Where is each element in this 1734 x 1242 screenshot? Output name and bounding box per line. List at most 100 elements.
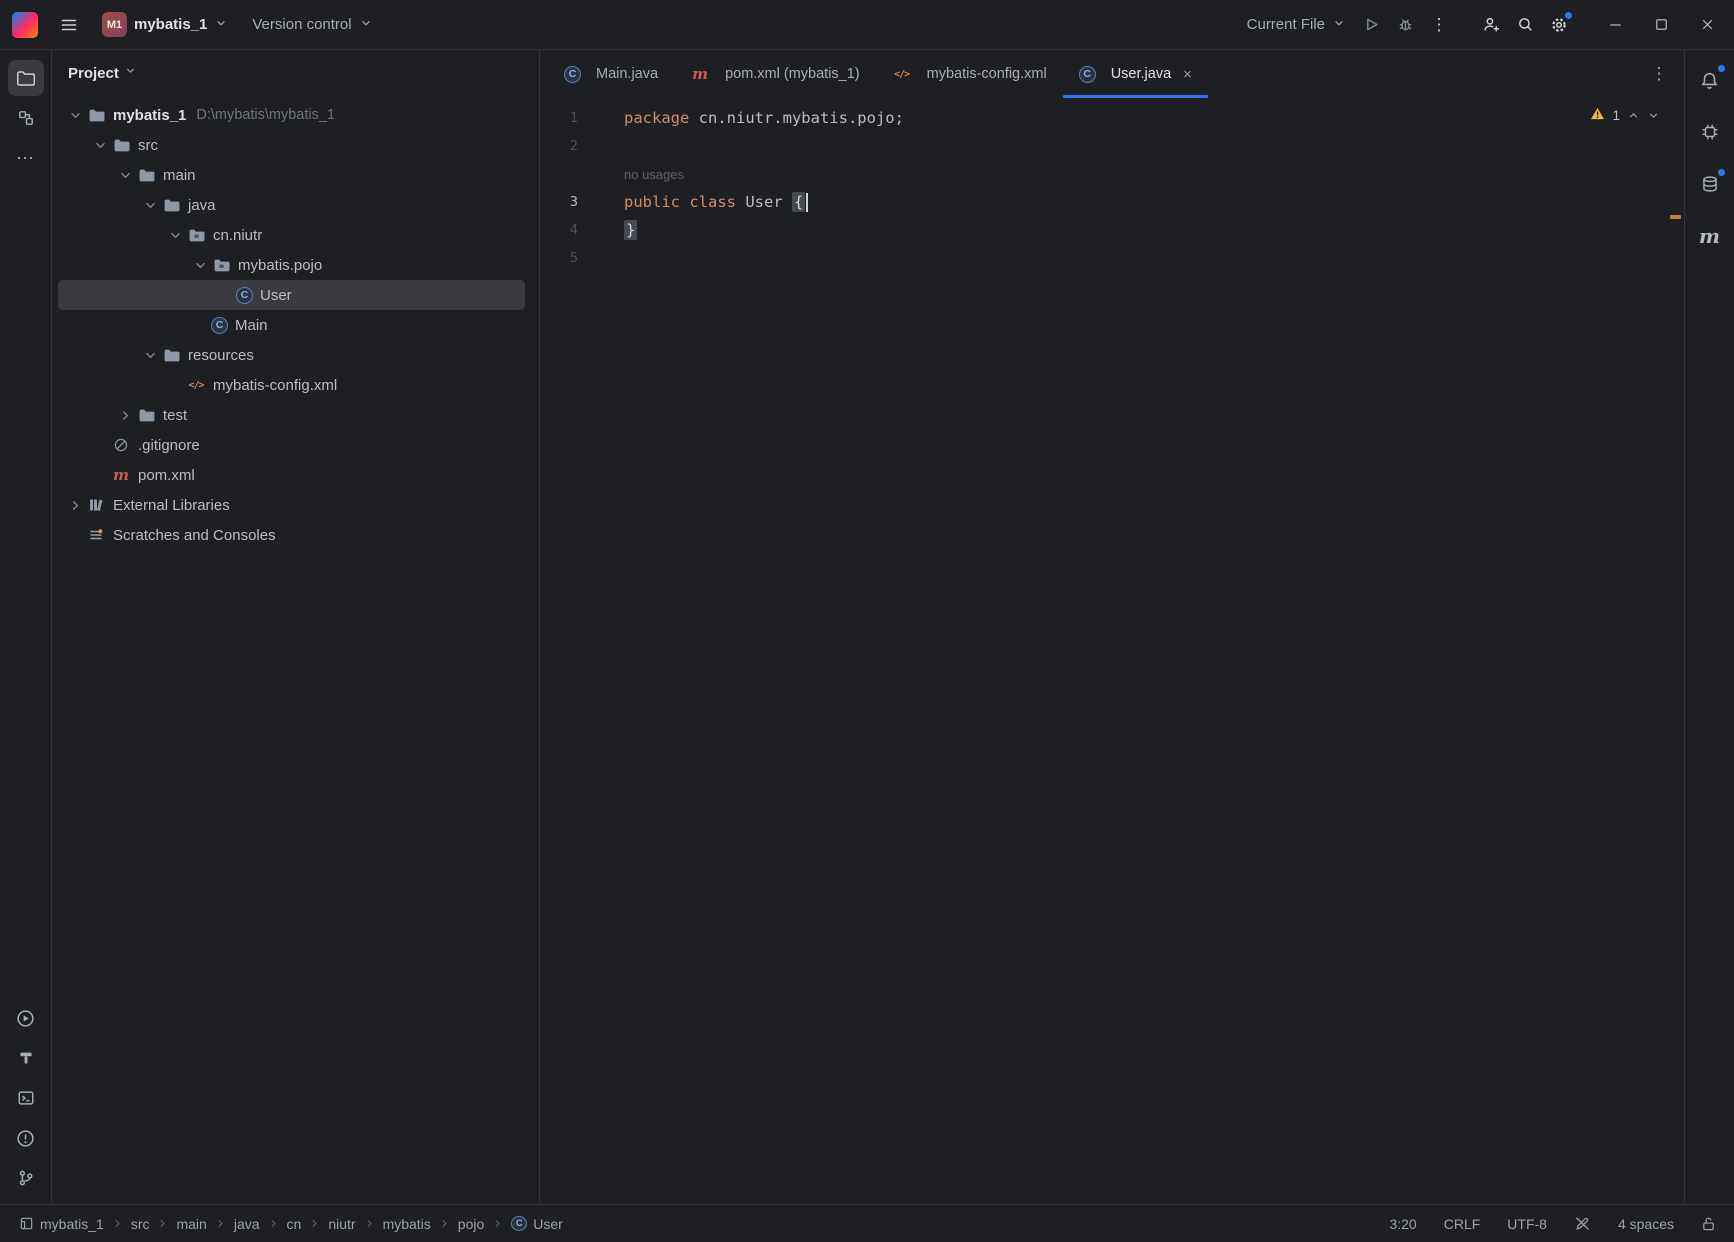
database-icon[interactable] [1692, 166, 1728, 202]
more-actions-icon[interactable]: ⋮ [1422, 8, 1456, 42]
structure-tool-button[interactable] [8, 100, 44, 136]
code-editor[interactable]: 1package cn.niutr.mybatis.pojo;2no usage… [540, 98, 1684, 1204]
unlock-icon[interactable] [1701, 1216, 1716, 1232]
module-icon [18, 1215, 34, 1233]
gutter-line-number[interactable]: 1 [540, 110, 578, 126]
breadcrumb-label: mybatis [383, 1216, 431, 1232]
tree-item-external-libraries[interactable]: External Libraries [58, 490, 525, 520]
tree-item-gitignore[interactable]: .gitignore [58, 430, 525, 460]
more-tool-windows-icon[interactable]: ⋯ [8, 140, 44, 176]
version-control-tool-button[interactable] [8, 1160, 44, 1196]
tree-item-scratches-and-consoles[interactable]: Scratches and Consoles [58, 520, 525, 550]
gutter-line-number[interactable]: 3 [540, 194, 578, 210]
run-button[interactable] [1354, 8, 1388, 42]
maven-tool-button[interactable]: m [1692, 218, 1728, 254]
chevron-down-icon [1332, 16, 1346, 34]
tree-item-label: mybatis-config.xml [213, 377, 337, 394]
ai-assistant-icon[interactable] [1692, 114, 1728, 150]
notifications-bell-icon[interactable] [1692, 62, 1728, 98]
tree-item-main[interactable]: main [58, 160, 525, 190]
minimize-button[interactable] [1592, 6, 1638, 44]
tab-pom-xml-mybatis-1[interactable]: mpom.xml (mybatis_1) [674, 50, 876, 98]
close-button[interactable] [1684, 6, 1730, 44]
previous-highlight-icon[interactable] [1627, 109, 1640, 122]
cursor-position-widget[interactable]: 3:20 [1389, 1216, 1416, 1232]
line-separator-widget[interactable]: CRLF [1444, 1216, 1481, 1232]
breadcrumb-src[interactable]: src [131, 1216, 150, 1232]
tree-item-cn-niutr[interactable]: cn.niutr [58, 220, 525, 250]
breadcrumb-user[interactable]: CUser [511, 1216, 563, 1232]
chevron-expanded-icon[interactable] [164, 224, 186, 246]
code-token: public class [624, 193, 745, 211]
project-tree: mybatis_1D:\mybatis\mybatis_1srcmain java… [52, 96, 539, 550]
inspections-widget[interactable]: 1 [1590, 107, 1660, 123]
chevron-expanded-icon[interactable] [64, 104, 86, 126]
tree-item-pom-xml[interactable]: mpom.xml [58, 460, 525, 490]
code-token: { [792, 192, 805, 212]
tree-item-mybatis-pojo[interactable]: mybatis.pojo [58, 250, 525, 280]
gutter-line-number[interactable]: 5 [540, 250, 578, 266]
editor-more-options-icon[interactable]: ⋮ [1644, 64, 1674, 84]
tree-item-label: java [188, 197, 216, 214]
breadcrumb-mybatis[interactable]: mybatis [383, 1216, 431, 1232]
problems-tool-button[interactable] [8, 1120, 44, 1156]
folder-icon [161, 196, 181, 214]
chevron-expanded-icon[interactable] [139, 194, 161, 216]
run-tool-button[interactable] [8, 1000, 44, 1036]
pen-slash-icon[interactable] [1574, 1215, 1591, 1232]
settings-gear-icon[interactable] [1542, 8, 1576, 42]
breadcrumb-niutr[interactable]: niutr [328, 1216, 355, 1232]
class-icon: C [511, 1216, 527, 1231]
breadcrumb-cn[interactable]: cn [287, 1216, 302, 1232]
tree-item-resources[interactable]: resources [58, 340, 525, 370]
vcs-selector[interactable]: Version control [244, 8, 380, 42]
next-highlight-icon[interactable] [1647, 109, 1660, 122]
tree-item-label: cn.niutr [213, 227, 262, 244]
chevron-expanded-icon[interactable] [114, 164, 136, 186]
tree-item-mybatis-1[interactable]: mybatis_1D:\mybatis\mybatis_1 [58, 100, 525, 130]
inlay-hint: no usages [624, 167, 684, 182]
tab-mybatis-config-xml[interactable]: </>mybatis-config.xml [876, 50, 1063, 98]
project-tool-button[interactable] [8, 60, 44, 96]
close-tab-icon[interactable]: × [1183, 66, 1192, 83]
add-user-icon[interactable] [1474, 8, 1508, 42]
build-tool-button[interactable] [8, 1040, 44, 1076]
chevron-expanded-icon[interactable] [89, 134, 111, 156]
indent-widget[interactable]: 4 spaces [1618, 1216, 1674, 1232]
breadcrumb-java[interactable]: java [234, 1216, 260, 1232]
debug-button[interactable] [1388, 8, 1422, 42]
breadcrumb-mybatis-1[interactable]: mybatis_1 [18, 1215, 104, 1233]
main-menu-icon[interactable] [52, 8, 86, 42]
project-selector[interactable]: M1 mybatis_1 [94, 8, 236, 42]
tree-item-test[interactable]: test [58, 400, 525, 430]
tree-item-label: test [163, 407, 187, 424]
gutter-line-number[interactable]: 4 [540, 222, 578, 238]
search-icon[interactable] [1508, 8, 1542, 42]
chevron-expanded-icon[interactable] [189, 254, 211, 276]
tree-item-main[interactable]: CMain [58, 310, 525, 340]
maximize-button[interactable] [1638, 6, 1684, 44]
breadcrumb-separator-icon [309, 1218, 320, 1229]
breadcrumb-pojo[interactable]: pojo [458, 1216, 484, 1232]
project-panel-header[interactable]: Project [52, 50, 539, 96]
tab-label: pom.xml (mybatis_1) [725, 66, 860, 82]
run-configuration-selector[interactable]: Current File [1239, 8, 1354, 42]
terminal-tool-button[interactable] [8, 1080, 44, 1116]
chevron-collapsed-icon[interactable] [64, 494, 86, 516]
chevron-expanded-icon[interactable] [139, 344, 161, 366]
warning-stripe-mark[interactable] [1670, 215, 1681, 219]
code-line: 3public class User { [540, 188, 1684, 216]
code-token: package [624, 109, 699, 127]
breadcrumbs: mybatis_1 src main java cn niutr mybatis pojo CU… [18, 1215, 563, 1233]
chevron-collapsed-icon[interactable] [114, 404, 136, 426]
tab-main-java[interactable]: CMain.java [548, 50, 674, 98]
tree-item-src[interactable]: src [58, 130, 525, 160]
tree-item-mybatis-config-xml[interactable]: </>mybatis-config.xml [58, 370, 525, 400]
tree-item-java[interactable]: java [58, 190, 525, 220]
gutter-line-number[interactable]: 2 [540, 138, 578, 154]
breadcrumb-main[interactable]: main [176, 1216, 206, 1232]
encoding-widget[interactable]: UTF-8 [1507, 1216, 1547, 1232]
tab-user-java[interactable]: CUser.java× [1063, 50, 1208, 98]
tree-item-user[interactable]: CUser [58, 280, 525, 310]
statusbar: mybatis_1srcmainjavacnniutrmybatispojoCU… [0, 1204, 1734, 1242]
